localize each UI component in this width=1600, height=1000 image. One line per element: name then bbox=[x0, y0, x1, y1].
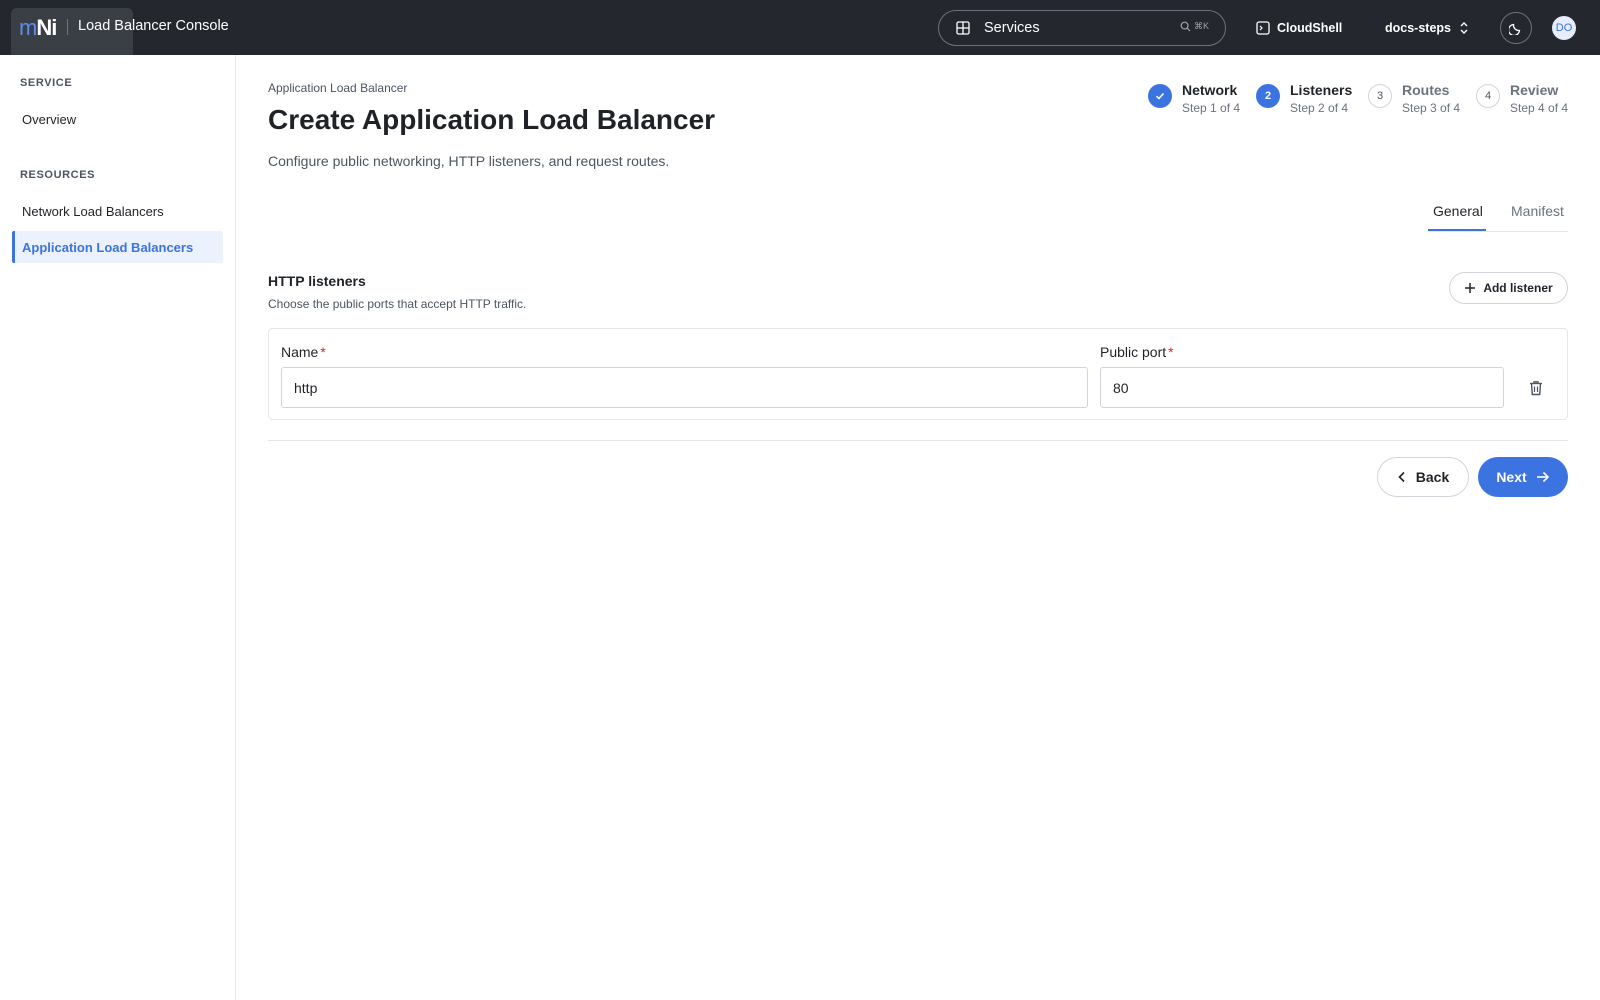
step-subtitle: Step 1 of 4 bbox=[1182, 101, 1241, 115]
search-icon bbox=[1180, 21, 1191, 32]
check-icon bbox=[1155, 92, 1165, 100]
step-title: Listeners bbox=[1290, 82, 1353, 98]
logo-divider bbox=[67, 19, 68, 35]
required-marker: * bbox=[1168, 344, 1174, 360]
required-marker: * bbox=[320, 344, 326, 360]
footer-divider bbox=[268, 440, 1568, 441]
moon-icon bbox=[1509, 23, 1521, 35]
active-tab-indicator bbox=[1428, 229, 1486, 231]
chevron-left-icon bbox=[1398, 471, 1405, 483]
avatar[interactable]: DO bbox=[1552, 16, 1576, 40]
step-title: Routes bbox=[1402, 82, 1450, 98]
step-subtitle: Step 3 of 4 bbox=[1402, 101, 1461, 115]
logo-ni: Ni bbox=[36, 15, 57, 40]
arrow-right-icon bbox=[1536, 471, 1549, 483]
plus-icon bbox=[1465, 283, 1476, 293]
page-description: Configure public networking, HTTP listen… bbox=[268, 153, 670, 169]
step-number: 2 bbox=[1256, 84, 1280, 108]
theme-toggle-button[interactable] bbox=[1500, 12, 1532, 44]
back-label: Back bbox=[1415, 469, 1450, 485]
tab-general[interactable]: General bbox=[1433, 203, 1483, 219]
sidebar: SERVICE Overview RESOURCES Network Load … bbox=[0, 55, 236, 1000]
add-listener-button[interactable]: Add listener bbox=[1449, 272, 1568, 304]
cloudshell-label: CloudShell bbox=[1277, 21, 1343, 35]
step-subtitle: Step 2 of 4 bbox=[1290, 101, 1349, 115]
cloudshell-button[interactable]: CloudShell bbox=[1256, 17, 1342, 39]
search-label: Services bbox=[984, 20, 1040, 36]
listener-row: Name * http Public port * 80 bbox=[268, 328, 1568, 420]
name-field-label: Name * bbox=[281, 344, 326, 360]
step-review[interactable]: 4 Review Step 4 of 4 bbox=[1476, 81, 1568, 117]
search-shortcut: ⌘K bbox=[1180, 21, 1209, 32]
grid-icon bbox=[956, 21, 970, 35]
port-field-label: Public port * bbox=[1100, 344, 1174, 360]
sidebar-item-overview[interactable]: Overview bbox=[12, 103, 223, 135]
project-selector[interactable]: docs-steps bbox=[1385, 17, 1469, 39]
sidebar-section-service: SERVICE bbox=[20, 77, 73, 89]
tab-bar: General Manifest bbox=[1428, 195, 1568, 232]
tab-manifest[interactable]: Manifest bbox=[1511, 203, 1564, 219]
section-title: HTTP listeners bbox=[268, 273, 366, 289]
step-network[interactable]: Network Step 1 of 4 bbox=[1148, 81, 1240, 117]
public-port-input[interactable]: 80 bbox=[1100, 367, 1504, 408]
logo[interactable]: m Ni bbox=[19, 14, 57, 42]
section-subtitle: Choose the public ports that accept HTTP… bbox=[268, 297, 527, 311]
page-title: Create Application Load Balancer bbox=[268, 104, 716, 135]
app-title: Load Balancer Console bbox=[78, 18, 229, 34]
step-subtitle: Step 4 of 4 bbox=[1510, 101, 1569, 115]
terminal-icon bbox=[1256, 21, 1270, 35]
listener-name-input[interactable]: http bbox=[281, 367, 1088, 408]
step-number: 4 bbox=[1476, 84, 1500, 108]
step-routes[interactable]: 3 Routes Step 3 of 4 bbox=[1368, 81, 1460, 117]
step-title: Network bbox=[1182, 82, 1238, 98]
chevron-up-down-icon bbox=[1460, 22, 1468, 34]
sidebar-section-resources: RESOURCES bbox=[20, 169, 96, 181]
back-button[interactable]: Back bbox=[1377, 457, 1469, 497]
project-label: docs-steps bbox=[1385, 21, 1451, 35]
sidebar-item-network-load-balancers[interactable]: Network Load Balancers bbox=[12, 195, 223, 227]
step-title: Review bbox=[1510, 82, 1559, 98]
port-label-text: Public port bbox=[1100, 344, 1167, 360]
add-listener-label: Add listener bbox=[1483, 281, 1553, 295]
name-label-text: Name bbox=[281, 344, 319, 360]
step-listeners[interactable]: 2 Listeners Step 2 of 4 bbox=[1256, 81, 1352, 117]
breadcrumb[interactable]: Application Load Balancer bbox=[268, 81, 407, 95]
services-search[interactable]: Services ⌘K bbox=[938, 10, 1226, 46]
next-label: Next bbox=[1496, 469, 1527, 485]
next-button[interactable]: Next bbox=[1478, 457, 1568, 497]
sidebar-item-application-load-balancers[interactable]: Application Load Balancers bbox=[12, 231, 223, 263]
top-bar: m Ni Load Balancer Console Services ⌘K Cl… bbox=[0, 0, 1600, 55]
trash-icon[interactable] bbox=[1527, 379, 1545, 397]
step-status-circle bbox=[1148, 84, 1172, 108]
shortcut-keys: ⌘K bbox=[1193, 21, 1209, 31]
logo-m: m bbox=[19, 15, 37, 40]
step-number: 3 bbox=[1368, 84, 1392, 108]
